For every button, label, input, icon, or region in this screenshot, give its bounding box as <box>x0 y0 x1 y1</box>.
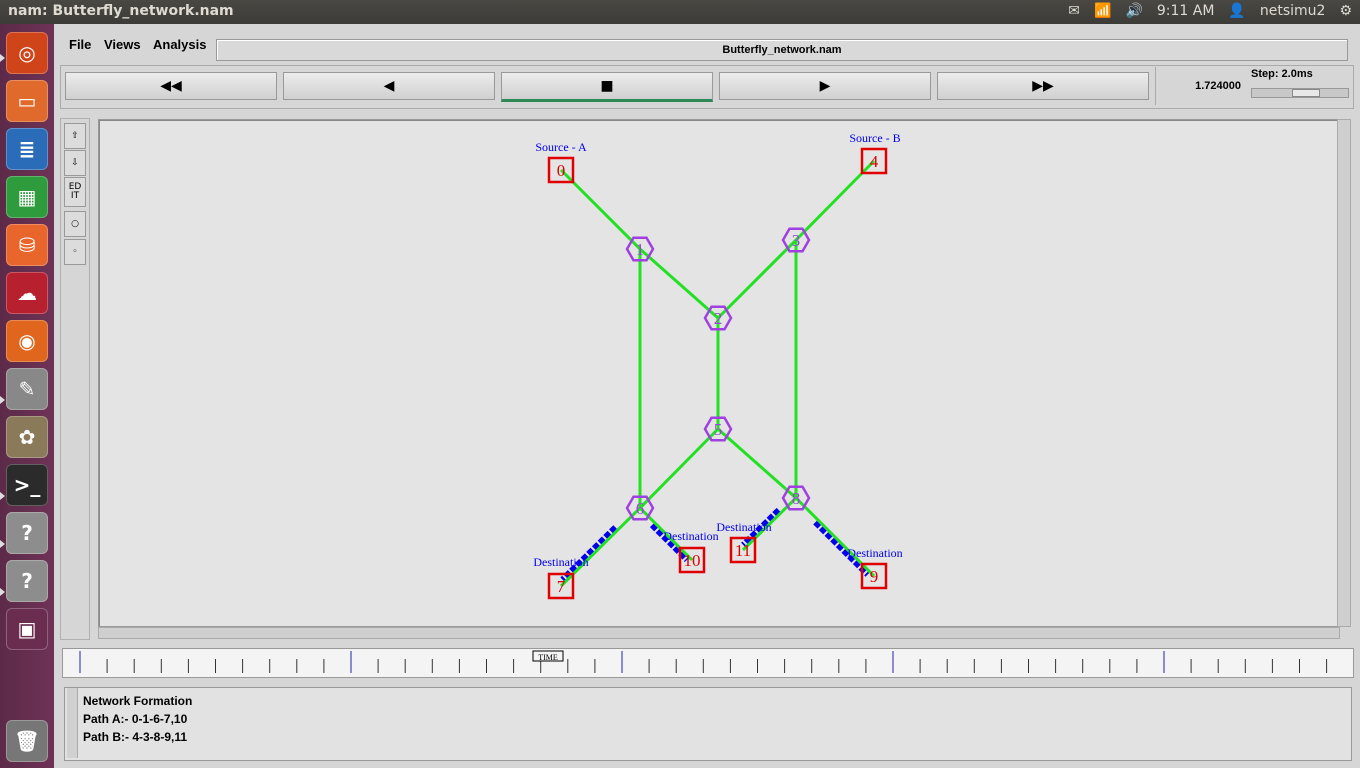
node-id-label: 5 <box>714 420 723 439</box>
packet-stream <box>560 525 617 582</box>
node-id-label: 4 <box>870 152 879 171</box>
zoom-in-icon[interactable]: ⇧ <box>64 123 86 149</box>
step-back-button[interactable]: ◀ <box>283 72 495 100</box>
file-name-field: Butterfly_network.nam <box>216 39 1348 61</box>
launcher-running-indicator <box>0 54 5 62</box>
nam-window: File Views Analysis Butterfly_network.na… <box>56 24 1360 768</box>
step-slider-thumb[interactable] <box>1292 89 1320 97</box>
trash-icon[interactable]: 🗑 <box>6 720 48 762</box>
top-panel: nam: Butterfly_network.nam ✉ 📶 🔊 9:11 AM… <box>0 0 1360 24</box>
node-label: Destination <box>533 555 588 569</box>
text-editor-icon[interactable]: ✎ <box>6 368 48 410</box>
gear-icon[interactable]: ⚙ <box>1339 3 1352 19</box>
node-id-label: 6 <box>636 499 645 518</box>
link-3-2[interactable] <box>716 238 798 320</box>
user-icon: 👤 <box>1228 3 1246 19</box>
node-id-label: 7 <box>557 577 566 596</box>
annotation-scrollbar[interactable] <box>67 688 78 758</box>
link-5-8[interactable] <box>717 427 797 500</box>
firefox-icon[interactable]: ◉ <box>6 320 48 362</box>
vertical-scrollbar[interactable] <box>1337 119 1351 627</box>
node-6[interactable]: 6 <box>625 495 655 521</box>
node-label: Source - A <box>535 140 587 154</box>
menu-bar: File Views Analysis Butterfly_network.na… <box>56 30 1360 61</box>
node-id-label: 3 <box>792 231 801 250</box>
launcher: ◎ ▭ ≣ ▦ ⛁ ☁ ◉ ✎ ✿ >_?? ▣ 🗑 <box>0 24 54 768</box>
window-title: nam: Butterfly_network.nam <box>8 3 234 19</box>
timeline[interactable]: TIME <box>62 648 1354 678</box>
node-5[interactable]: 5 <box>703 416 733 442</box>
annotation-panel: Network Formation Path A:- 0-1-6-7,10 Pa… <box>64 687 1352 761</box>
node-id-label: 10 <box>684 551 701 570</box>
time-cursor-label: TIME <box>538 653 558 662</box>
question-icon[interactable]: ? <box>6 512 48 554</box>
folder-icon[interactable]: ▭ <box>6 80 48 122</box>
workspaces-icon[interactable]: ▣ <box>6 608 48 650</box>
node-1[interactable]: 1 <box>625 236 655 262</box>
link-5-6[interactable] <box>638 427 720 510</box>
shopping-bag-icon[interactable]: ⛁ <box>6 224 48 266</box>
network-canvas[interactable]: 0 Source - A 1 2 3 4 Source - B 5 6 7 Destination 8… <box>98 119 1338 627</box>
node-id-label: 0 <box>557 161 566 180</box>
menu-views[interactable]: Views <box>104 37 141 52</box>
annotation-list: Network Formation Path A:- 0-1-6-7,10 Pa… <box>83 692 192 746</box>
play-button[interactable]: ▶ <box>719 72 931 100</box>
annotation-line: Path A:- 0-1-6-7,10 <box>83 712 188 726</box>
rewind-button[interactable]: ◀◀ <box>65 72 277 100</box>
network-icon[interactable]: 📶 <box>1094 3 1111 19</box>
document-icon[interactable]: ≣ <box>6 128 48 170</box>
time-display: 1.724000 <box>1155 67 1247 105</box>
launcher-running-indicator <box>0 492 5 500</box>
node-label: Destination <box>663 529 718 543</box>
spreadsheet-icon[interactable]: ▦ <box>6 176 48 218</box>
node-id-label: 11 <box>735 541 751 560</box>
launcher-running-indicator <box>0 396 5 404</box>
step-control: Step: 2.0ms <box>1251 68 1351 104</box>
step-label: Step: 2.0ms <box>1251 68 1313 80</box>
node-10[interactable]: 10 <box>678 546 706 574</box>
node-label: Source - B <box>849 131 900 145</box>
fast-forward-button[interactable]: ▶▶ <box>937 72 1149 100</box>
link-1-2[interactable] <box>639 247 719 320</box>
node-8[interactable]: 8 <box>781 485 811 511</box>
node-2[interactable]: 2 <box>703 305 733 331</box>
launcher-running-indicator <box>0 588 5 596</box>
node-3[interactable]: 3 <box>781 227 811 253</box>
question-icon[interactable]: ? <box>6 560 48 602</box>
zoom-out-icon[interactable]: ⇩ <box>64 150 86 176</box>
node-label: Destination <box>847 546 902 560</box>
playback-controls: ◀◀ ◀ ■ ▶ ▶▶ 1.724000 Step: 2.0ms <box>60 65 1354 109</box>
step-slider[interactable] <box>1251 88 1349 98</box>
menu-analysis[interactable]: Analysis <box>153 37 206 52</box>
envelope-icon[interactable]: ✉ <box>1068 3 1080 19</box>
annotation-line: Network Formation <box>83 694 193 708</box>
small-circle-icon[interactable]: ◦ <box>64 239 86 265</box>
node-id-label: 8 <box>792 489 801 508</box>
clock[interactable]: 9:11 AM <box>1157 3 1215 19</box>
system-tray: ✉ 📶 🔊 9:11 AM 👤 netsimu2 ⚙ <box>1068 3 1352 19</box>
node-id-label: 9 <box>870 567 879 586</box>
launcher-running-indicator <box>0 540 5 548</box>
gimp-icon[interactable]: ✿ <box>6 416 48 458</box>
node-id-label: 1 <box>636 240 645 259</box>
volume-icon[interactable]: 🔊 <box>1125 3 1142 19</box>
terminal-icon[interactable]: >_ <box>6 464 48 506</box>
node-label: Destination <box>716 520 771 534</box>
ubuntu-logo-icon[interactable]: ◎ <box>6 32 48 74</box>
edit-button[interactable]: ED IT <box>64 177 86 207</box>
circle-icon[interactable]: ○ <box>64 211 86 237</box>
tool-column: ⇧ ⇩ ED IT ○ ◦ <box>60 118 90 640</box>
node-id-label: 2 <box>714 309 723 328</box>
annotation-line: Path B:- 4-3-8-9,11 <box>83 730 188 744</box>
cloud-icon[interactable]: ☁ <box>6 272 48 314</box>
network-graph: 0 Source - A 1 2 3 4 Source - B 5 6 7 Destination 8… <box>533 131 903 600</box>
menu-file[interactable]: File <box>69 37 91 52</box>
stop-button[interactable]: ■ <box>501 72 713 102</box>
timeline-ticks: TIME <box>79 650 1328 673</box>
user-name[interactable]: netsimu2 <box>1260 3 1326 19</box>
horizontal-scrollbar[interactable] <box>98 627 1340 639</box>
